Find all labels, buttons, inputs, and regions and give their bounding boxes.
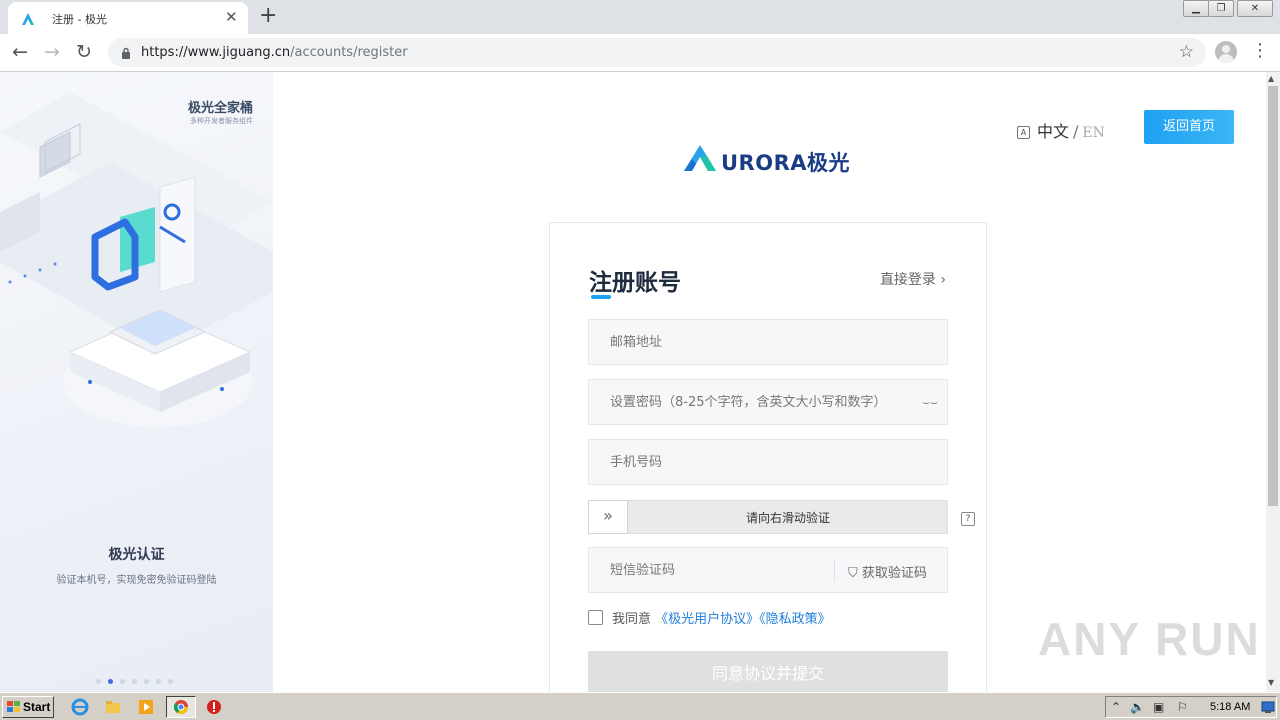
tab-title: 注册 - 极光 bbox=[52, 13, 107, 26]
scrollbar[interactable]: ▲ ▼ bbox=[1266, 72, 1280, 692]
scrollbar-thumb[interactable] bbox=[1268, 86, 1278, 506]
browser-toolbar: ← → ↻ https://www.jiguang.cn/accounts/re… bbox=[0, 34, 1280, 72]
action-center-flag-icon[interactable]: ⚐ bbox=[1177, 700, 1188, 714]
address-bar[interactable]: https://www.jiguang.cn/accounts/register… bbox=[108, 38, 1206, 67]
divider bbox=[834, 560, 835, 582]
title-underline bbox=[591, 295, 611, 299]
volume-icon[interactable]: 🔈 bbox=[1130, 700, 1145, 714]
language-switcher[interactable]: A 中文 / EN bbox=[1017, 118, 1105, 142]
carousel-dot[interactable] bbox=[96, 679, 101, 684]
sms-code-field[interactable]: ⛉ 获取验证码 bbox=[588, 547, 948, 593]
aurora-logo: URORA极光 bbox=[683, 144, 850, 176]
carousel-dot[interactable] bbox=[168, 679, 173, 684]
browser-tabbar: 注册 - 极光 ✕ + ▁ ❐ ✕ bbox=[0, 0, 1280, 34]
file-explorer-icon[interactable] bbox=[104, 698, 122, 716]
start-button[interactable]: Start bbox=[2, 696, 54, 718]
help-icon[interactable]: ? bbox=[961, 512, 975, 526]
jiguang-favicon-icon bbox=[21, 11, 35, 30]
lock-icon bbox=[121, 45, 131, 64]
promo-panel: 极光全家桶 多种开发者服务组件 极光认证 验证本机号，实现免密免验证码登陆 bbox=[0, 72, 273, 692]
slider-text: 请向右滑动验证 bbox=[745, 511, 830, 525]
carousel-dot[interactable] bbox=[144, 679, 149, 684]
aurora-logo-icon bbox=[684, 145, 716, 171]
email-input[interactable] bbox=[589, 320, 947, 364]
browser-menu-icon[interactable]: ⋮ bbox=[1251, 40, 1269, 62]
scroll-up-icon[interactable]: ▲ bbox=[1268, 74, 1274, 83]
lang-cn[interactable]: 中文 bbox=[1037, 122, 1069, 141]
lang-en[interactable]: EN bbox=[1082, 125, 1104, 141]
screen: 注册 - 极光 ✕ + ▁ ❐ ✕ ← → ↻ https://www.jigu… bbox=[0, 0, 1280, 720]
chrome-taskbar-button[interactable] bbox=[166, 696, 196, 718]
forward-icon[interactable]: → bbox=[44, 41, 60, 63]
shield-icon: ⛉ bbox=[848, 566, 858, 581]
sms-code-input[interactable] bbox=[589, 548, 829, 592]
carousel-dot[interactable] bbox=[156, 679, 161, 684]
new-tab-icon[interactable]: + bbox=[259, 4, 277, 28]
chrome-icon bbox=[173, 700, 188, 714]
url-text: https://www.jiguang.cn/accounts/register bbox=[141, 45, 408, 60]
agree-checkbox[interactable] bbox=[588, 610, 603, 625]
system-tray: ⌃ 🔈 ▣ ⚐ 5:18 AM bbox=[1105, 696, 1277, 718]
profile-avatar-icon[interactable] bbox=[1215, 41, 1237, 63]
slider-handle-icon[interactable]: » bbox=[588, 500, 628, 534]
windows-flag-icon bbox=[7, 701, 20, 712]
restore-icon[interactable]: ❐ bbox=[1208, 0, 1234, 17]
direct-login-link[interactable]: 直接登录 › bbox=[880, 269, 946, 289]
logo-text: URORA极光 bbox=[721, 151, 850, 175]
email-field[interactable] bbox=[588, 319, 948, 365]
feature-title: 极光认证 bbox=[108, 547, 165, 563]
feature-description: 验证本机号，实现免密免验证码登陆 bbox=[56, 575, 217, 586]
media-player-icon[interactable] bbox=[137, 698, 155, 716]
back-home-button[interactable]: 返回首页 bbox=[1144, 110, 1234, 144]
agreement-row: 我同意 《极光用户协议》《隐私政策》 bbox=[588, 608, 831, 627]
carousel-dot[interactable] bbox=[108, 679, 113, 684]
minimize-icon[interactable]: ▁ bbox=[1183, 0, 1209, 17]
close-window-icon[interactable]: ✕ bbox=[1237, 0, 1273, 17]
user-agreement-link[interactable]: 《极光用户协议》 bbox=[655, 612, 759, 627]
clock: 5:18 AM bbox=[1210, 701, 1251, 713]
register-card: 注册账号 直接登录 › ⌣⌣ » 请向右滑动验证 ? ⛉ 获取验证码 bbox=[549, 222, 987, 692]
bookmark-star-icon[interactable]: ☆ bbox=[1179, 42, 1194, 62]
chevron-right-icon: › bbox=[940, 272, 946, 288]
form-title: 注册账号 bbox=[589, 270, 681, 296]
translate-icon: A bbox=[1017, 126, 1030, 139]
eye-closed-icon[interactable]: ⌣⌣ bbox=[922, 395, 938, 410]
agree-prefix: 我同意 bbox=[612, 612, 652, 627]
tab-close-icon[interactable]: ✕ bbox=[225, 8, 238, 26]
reload-icon[interactable]: ↻ bbox=[76, 41, 92, 63]
carousel-dot[interactable] bbox=[120, 679, 125, 684]
stop-icon[interactable] bbox=[205, 698, 223, 716]
carousel-dots[interactable] bbox=[96, 669, 180, 688]
carousel-dot[interactable] bbox=[132, 679, 137, 684]
submit-button[interactable]: 同意协议并提交 bbox=[588, 651, 948, 692]
internet-explorer-icon[interactable] bbox=[71, 698, 89, 716]
slide-captcha[interactable]: » 请向右滑动验证 bbox=[588, 500, 948, 534]
page-content: 极光全家桶 多种开发者服务组件 极光认证 验证本机号，实现免密免验证码登陆 A … bbox=[0, 72, 1266, 692]
back-icon[interactable]: ← bbox=[12, 41, 28, 63]
show-desktop-icon[interactable] bbox=[1261, 700, 1275, 714]
password-input[interactable] bbox=[589, 380, 947, 424]
taskbar: Start ⌃ 🔈 ▣ ⚐ 5:18 AM bbox=[0, 692, 1280, 720]
get-code-button[interactable]: ⛉ 获取验证码 bbox=[848, 562, 927, 581]
password-field[interactable]: ⌣⌣ bbox=[588, 379, 948, 425]
tray-expand-icon[interactable]: ⌃ bbox=[1111, 700, 1121, 714]
scroll-down-icon[interactable]: ▼ bbox=[1268, 678, 1274, 687]
anyrun-watermark: ANY RUN bbox=[1038, 613, 1261, 665]
phone-input[interactable] bbox=[589, 440, 947, 484]
isometric-illustration bbox=[0, 92, 273, 427]
privacy-policy-link[interactable]: 《隐私政策》 bbox=[759, 612, 831, 627]
phone-field[interactable] bbox=[588, 439, 948, 485]
network-icon[interactable]: ▣ bbox=[1153, 700, 1164, 714]
browser-tab[interactable]: 注册 - 极光 ✕ bbox=[8, 2, 248, 34]
